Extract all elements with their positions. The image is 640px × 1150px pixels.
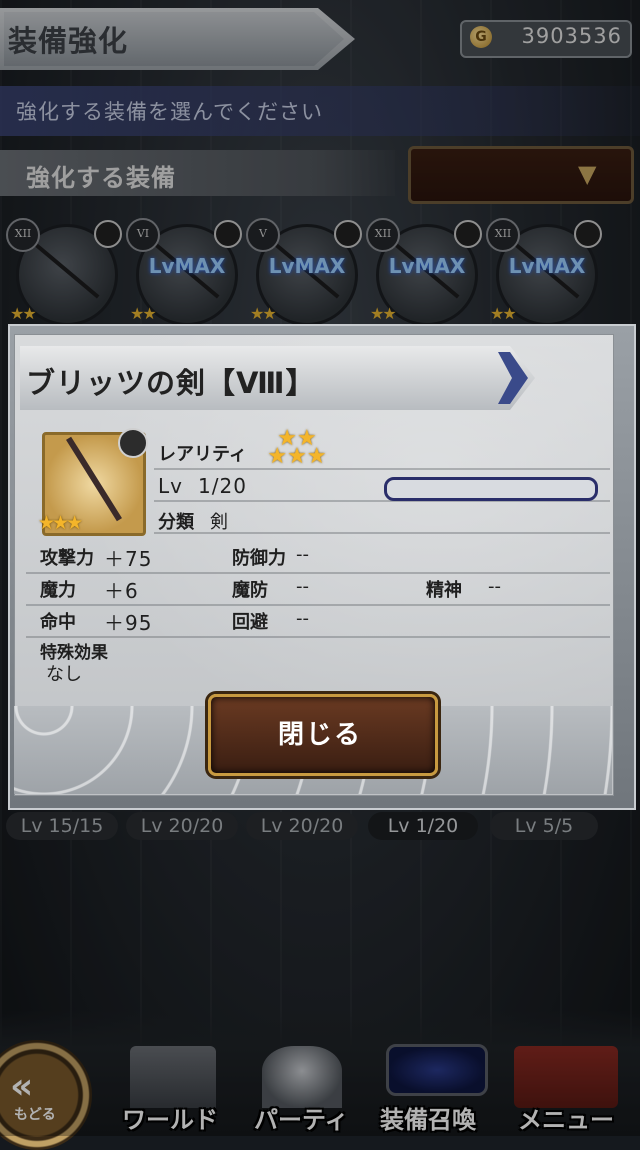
- close-button[interactable]: [208, 694, 438, 776]
- attack-label: 攻撃力: [40, 548, 94, 569]
- accuracy-value: ＋95: [104, 611, 153, 635]
- magic-defense-value: --: [296, 576, 309, 597]
- rarity-label: レアリティ: [158, 444, 247, 465]
- evasion-value: --: [296, 608, 309, 629]
- defense-label: 防御力: [232, 548, 286, 569]
- divider: [154, 468, 610, 470]
- spirit-value: --: [488, 576, 501, 597]
- icon-rarity-stars: ★★★: [38, 512, 83, 534]
- divider: [26, 572, 610, 574]
- exp-progress-bar: [384, 477, 598, 501]
- divider: [26, 636, 610, 638]
- magic-label: 魔力: [40, 580, 76, 601]
- magic-defense-label: 魔防: [232, 580, 268, 601]
- accuracy-label: 命中: [40, 612, 76, 633]
- category-label: 分類: [158, 512, 194, 533]
- rarity-stars: ★★ ★★★: [262, 428, 332, 469]
- category-value: 剣: [210, 512, 228, 533]
- attack-value: ＋75: [104, 547, 153, 571]
- level-label: Lv: [158, 474, 183, 498]
- sword-type-icon: [118, 428, 148, 458]
- page-title: 装備強化: [8, 24, 129, 58]
- special-effect-value: なし: [46, 664, 82, 685]
- level-value: 1/20: [198, 474, 247, 498]
- equipment-name: ブリッツの剣【Ⅷ】: [26, 366, 316, 400]
- evasion-label: 回避: [232, 612, 268, 633]
- magic-value: ＋6: [104, 579, 139, 603]
- spirit-label: 精神: [426, 580, 462, 601]
- divider: [26, 604, 610, 606]
- rarity-stars-bottom: ★★★: [267, 444, 327, 469]
- defense-value: --: [296, 544, 309, 565]
